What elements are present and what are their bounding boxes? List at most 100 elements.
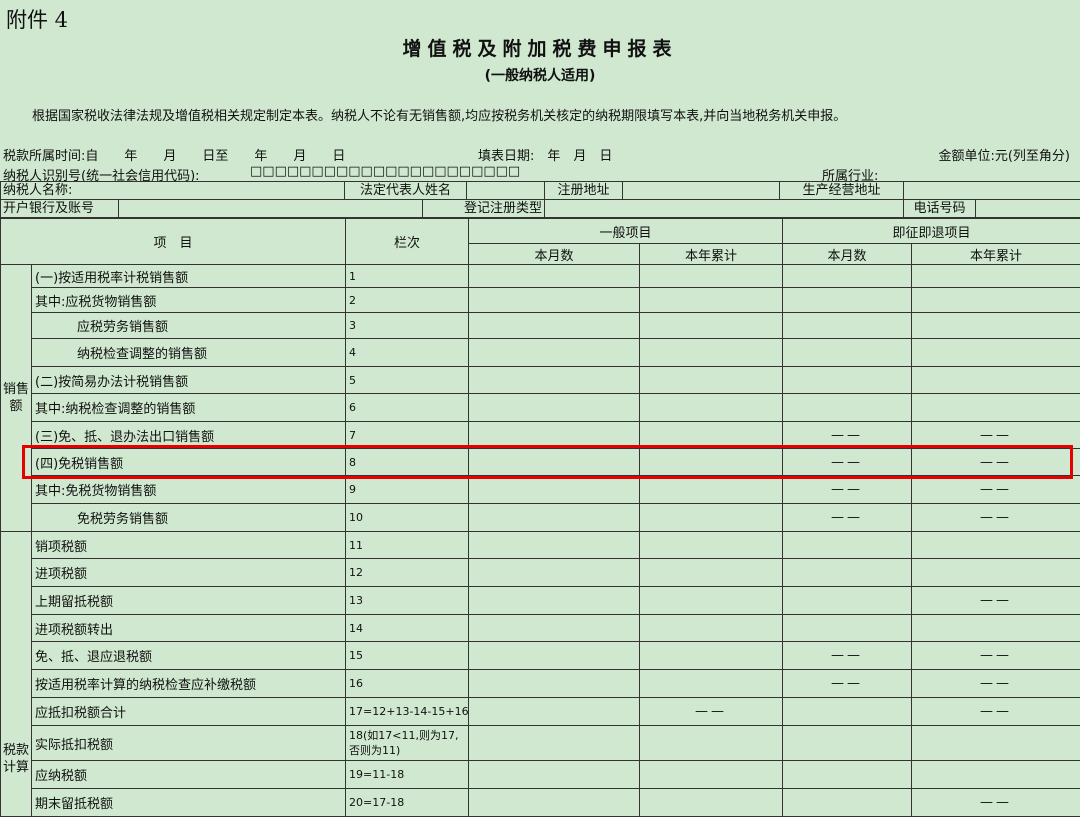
- general-ytd-cell[interactable]: [640, 726, 783, 761]
- refund-month-cell[interactable]: [783, 761, 912, 789]
- general-ytd-cell[interactable]: [640, 339, 783, 367]
- general-ytd-cell[interactable]: [640, 394, 783, 422]
- general-month-cell[interactable]: [469, 476, 640, 504]
- general-month-cell[interactable]: [469, 339, 640, 367]
- row-item-name: 应税劳务销售额: [32, 313, 346, 339]
- refund-month-cell[interactable]: [783, 339, 912, 367]
- row-seq: 11: [346, 532, 469, 559]
- general-ytd-cell[interactable]: [640, 265, 783, 288]
- refund-month-cell-dash: ——: [783, 504, 912, 532]
- refund-month-cell[interactable]: [783, 313, 912, 339]
- refund-month-cell[interactable]: [783, 789, 912, 817]
- item-header: 项 目: [1, 219, 346, 265]
- row-item-name: (一)按适用税率计税销售额: [32, 265, 346, 288]
- refund-month-cell[interactable]: [783, 559, 912, 587]
- reg-address-label: 注册地址: [545, 182, 623, 200]
- refund-ytd-cell[interactable]: [912, 265, 1080, 288]
- table-row: 税款计算销项税额11: [1, 532, 1080, 559]
- general-ytd-cell[interactable]: [640, 587, 783, 615]
- general-month-cell[interactable]: [469, 698, 640, 726]
- refund-month-cell[interactable]: [783, 367, 912, 394]
- row-item-name: (二)按简易办法计税销售额: [32, 367, 346, 394]
- refund-month-cell[interactable]: [783, 698, 912, 726]
- row-item-name: 应抵扣税额合计: [32, 698, 346, 726]
- general-ytd-cell[interactable]: [640, 313, 783, 339]
- general-month-cell[interactable]: [469, 670, 640, 698]
- general-month-cell[interactable]: [469, 504, 640, 532]
- refund-ytd-cell[interactable]: [912, 761, 1080, 789]
- intro-text: 根据国家税收法律法规及增值税相关规定制定本表。纳税人不论有无销售额,均应按税务机…: [32, 105, 846, 124]
- row-seq: 6: [346, 394, 469, 422]
- table-row: 按适用税率计算的纳税检查应补缴税额16————: [1, 670, 1080, 698]
- refund-month-cell[interactable]: [783, 265, 912, 288]
- refund-ytd-cell[interactable]: [912, 288, 1080, 313]
- row-item-name: 进项税额: [32, 559, 346, 587]
- table-row: 实际抵扣税额18(如17<11,则为17,否则为11): [1, 726, 1080, 761]
- row-item-name: 其中:纳税检查调整的销售额: [32, 394, 346, 422]
- general-month-cell[interactable]: [469, 789, 640, 817]
- general-month-cell[interactable]: [469, 642, 640, 670]
- general-ytd-cell[interactable]: [640, 476, 783, 504]
- general-month-cell[interactable]: [469, 726, 640, 761]
- refund-month-cell[interactable]: [783, 288, 912, 313]
- refund-month-cell[interactable]: [783, 615, 912, 642]
- general-month-cell[interactable]: [469, 615, 640, 642]
- refund-month-cell[interactable]: [783, 587, 912, 615]
- reg-type-field[interactable]: [545, 200, 904, 218]
- general-ytd-cell[interactable]: [640, 761, 783, 789]
- refund-ytd-cell-dash: ——: [912, 642, 1080, 670]
- refund-ytd-cell[interactable]: [912, 339, 1080, 367]
- declaration-table: 项 目 栏次 一般项目 即征即退项目 本月数 本年累计 本月数 本年累计 销售额…: [0, 218, 1080, 817]
- general-month-cell[interactable]: [469, 587, 640, 615]
- row-seq: 1: [346, 265, 469, 288]
- general-month-cell[interactable]: [469, 532, 640, 559]
- table-row: 进项税额12: [1, 559, 1080, 587]
- general-ytd-cell[interactable]: [640, 615, 783, 642]
- refund-ytd-cell[interactable]: [912, 394, 1080, 422]
- refund-ytd-cell[interactable]: [912, 313, 1080, 339]
- reg-address-field[interactable]: [623, 182, 780, 200]
- refund-ytd-cell[interactable]: [912, 367, 1080, 394]
- refund-ytd-cell[interactable]: [912, 615, 1080, 642]
- refund-month-cell[interactable]: [783, 726, 912, 761]
- taxpayer-id-boxes[interactable]: □□□□□□□□□□□□□□□□□□□□□□: [250, 164, 520, 179]
- refund-ytd-cell[interactable]: [912, 726, 1080, 761]
- general-ytd-cell[interactable]: [640, 288, 783, 313]
- row-item-name: 按适用税率计算的纳税检查应补缴税额: [32, 670, 346, 698]
- refund-month-cell[interactable]: [783, 394, 912, 422]
- general-month-cell[interactable]: [469, 394, 640, 422]
- bank-account-label: 开户银行及账号: [1, 200, 119, 218]
- row-item-name: 进项税额转出: [32, 615, 346, 642]
- refund-ytd-cell[interactable]: [912, 559, 1080, 587]
- bank-account-field[interactable]: [119, 200, 423, 218]
- general-ytd-cell[interactable]: [640, 532, 783, 559]
- legal-rep-field[interactable]: [467, 182, 545, 200]
- general-month-cell[interactable]: [469, 288, 640, 313]
- general-month-cell[interactable]: [469, 265, 640, 288]
- table-row: 其中:应税货物销售额2: [1, 288, 1080, 313]
- biz-address-label: 生产经营地址: [780, 182, 904, 200]
- general-month-cell[interactable]: [469, 559, 640, 587]
- refund-month-cell-dash: ——: [783, 476, 912, 504]
- general-ytd-cell[interactable]: [640, 367, 783, 394]
- general-month-cell[interactable]: [469, 761, 640, 789]
- table-row: 应抵扣税额合计17=12+13-14-15+16————: [1, 698, 1080, 726]
- general-ytd-cell[interactable]: [640, 789, 783, 817]
- general-month-cell[interactable]: [469, 367, 640, 394]
- tax-period: 税款所属时间:自 年 月 日至 年 月 日: [3, 145, 345, 164]
- biz-address-field[interactable]: [904, 182, 1080, 200]
- row-item-name: 其中:应税货物销售额: [32, 288, 346, 313]
- table-row: 销售额(一)按适用税率计税销售额1: [1, 265, 1080, 288]
- refund-month-cell[interactable]: [783, 532, 912, 559]
- general-ytd-cell[interactable]: [640, 559, 783, 587]
- refund-ytd-cell[interactable]: [912, 532, 1080, 559]
- general-month-cell[interactable]: [469, 313, 640, 339]
- general-ytd-cell[interactable]: [640, 670, 783, 698]
- refund-ytd-cell-dash: ——: [912, 476, 1080, 504]
- row-seq: 20=17-18: [346, 789, 469, 817]
- general-ytd-cell[interactable]: [640, 642, 783, 670]
- general-ytd-header: 本年累计: [640, 244, 783, 265]
- row-seq: 15: [346, 642, 469, 670]
- general-ytd-cell[interactable]: [640, 504, 783, 532]
- phone-field[interactable]: [976, 200, 1080, 218]
